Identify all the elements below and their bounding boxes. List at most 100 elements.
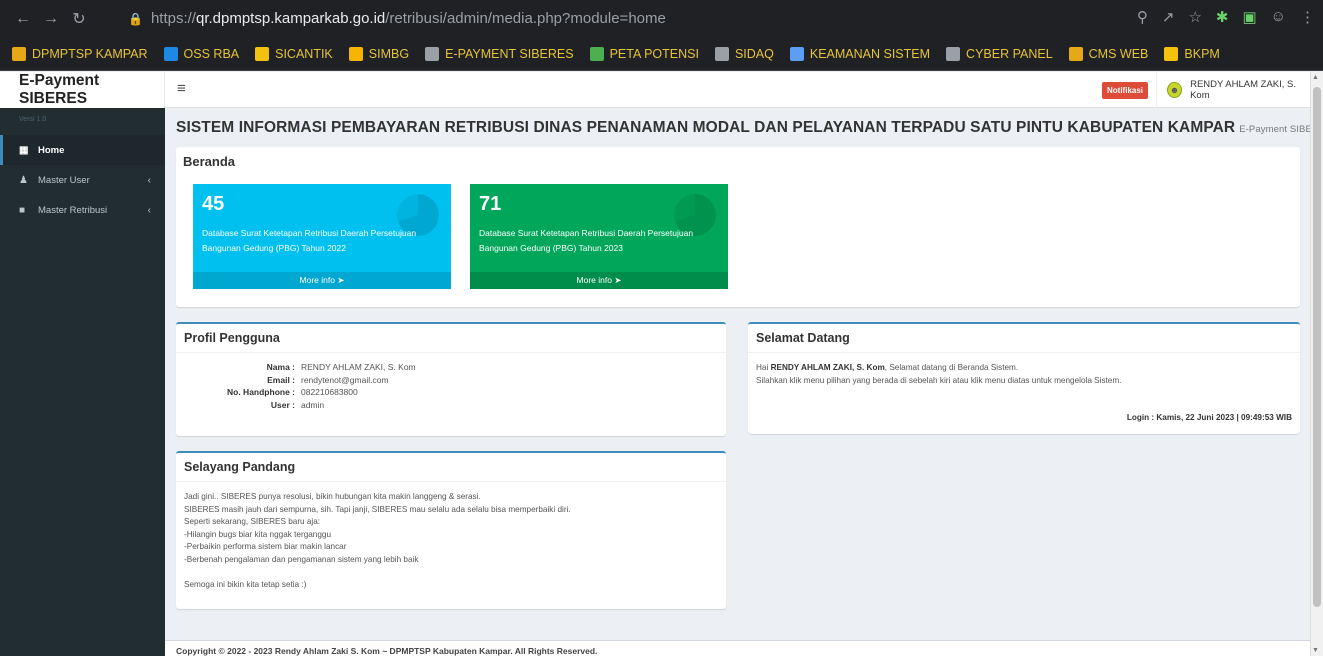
bookmark-label: SICANTIK (275, 46, 333, 61)
profile-panel: Profil Pengguna Nama : RENDY AHLAM ZAKI, … (176, 322, 726, 436)
page-title: SISTEM INFORMASI PEMBAYARAN RETRIBUSI DI… (176, 119, 1323, 137)
sidebar-toggle-icon[interactable]: ≡ (177, 80, 186, 97)
sidebar-item-home[interactable]: ▦ Home (0, 135, 165, 165)
beranda-title: Beranda (183, 154, 236, 169)
glance-text: Jadi gini.. SIBERES punya resolusi, biki… (184, 492, 571, 589)
bookmark-item[interactable]: SICANTIK (255, 46, 333, 61)
bookmark-item[interactable]: SIMBG (348, 46, 410, 61)
bookmark-label: DPMPTSP KAMPAR (32, 46, 148, 61)
bookmark-label: PETA POTENSI (609, 46, 699, 61)
stat-description: Database Surat Ketetapan Retribusi Daera… (479, 228, 694, 253)
bookmark-label: SIMBG (368, 46, 410, 61)
profile-row: Nama : RENDY AHLAM ZAKI, S. Kom (266, 362, 416, 372)
login-timestamp: Login : Kamis, 22 Juni 2023 | 09:49:53 W… (1126, 413, 1292, 422)
chevron-left-icon: ‹ (147, 204, 151, 216)
sidepanel-icon[interactable]: ▣ (1242, 8, 1256, 26)
profile-table: Nama : RENDY AHLAM ZAKI, S. Kom Email : re… (176, 362, 416, 412)
profile-title: Profil Pengguna (176, 324, 726, 353)
notification-badge[interactable]: Notifikasi (1102, 82, 1149, 99)
bookmark-label: CMS WEB (1088, 46, 1149, 61)
browser-toolbar: ← → ↻ 🔒 https://qr.dpmptsp.kamparkab.go.… (0, 0, 1323, 37)
url-text: https://qr.dpmptsp.kamparkab.go.id/retri… (150, 10, 666, 27)
bookmark-label: SIDAQ (734, 46, 774, 61)
reload-icon[interactable]: ↻ (66, 9, 92, 29)
profile-row: No. Handphone :082210683800 (227, 387, 358, 397)
sidebar-item-master-user[interactable]: ♟ Master User ‹ (0, 165, 165, 195)
welcome-panel: Selamat Datang Hai RENDY AHLAM ZAKI, S. … (748, 322, 1300, 434)
sidebar-item-label: Master Retribusi (38, 204, 108, 216)
bookmark-label: CYBER PANEL (966, 46, 1053, 61)
app-logo[interactable]: E-Payment SIBERES (0, 72, 165, 108)
more-info-link[interactable]: More info ➤ (193, 272, 451, 289)
bookmark-item[interactable]: BKPM (1164, 46, 1220, 61)
folder-icon: ■ (19, 204, 26, 216)
browser-actions: ⚲ ↗ ☆ ✱ ▣ ☺ ⋮ (1137, 8, 1315, 26)
main-content: SISTEM INFORMASI PEMBAYARAN RETRIBUSI DI… (165, 108, 1323, 656)
profile-row: User : admin (270, 399, 325, 410)
app-header: E-Payment SIBERES ≡ Notifikasi ☻ RENDY A… (0, 72, 1310, 108)
menu-kebab-icon[interactable]: ⋮ (1300, 8, 1315, 26)
forward-icon[interactable]: → (38, 10, 64, 28)
stat-card-2023: 71 Database Surat Ketetapan Retribusi Da… (470, 184, 728, 289)
bookmark-icon (348, 46, 363, 61)
sidebar-item-label: Home (38, 144, 65, 156)
lock-icon: 🔒 (128, 11, 143, 26)
users-icon: ♟ (19, 174, 28, 186)
stat-description: Database Surat Ketetapan Retribusi Daera… (202, 228, 417, 253)
more-info-link[interactable]: More info ➤ (470, 272, 728, 289)
bookmark-star-icon[interactable]: ☆ (1188, 8, 1201, 26)
bookmark-icon (12, 46, 26, 61)
bookmark-icon (1068, 46, 1083, 61)
bookmark-item[interactable]: CMS WEB (1068, 46, 1149, 61)
avatar: ☻ (1167, 82, 1183, 98)
bookmarks-bar: DPMPTSP KAMPAR OSS RBA SICANTIK SIMBG E-PAYM… (0, 37, 1323, 71)
bookmark-item[interactable]: OSS RBA (163, 46, 240, 61)
bookmark-item[interactable]: SIDAQ (714, 46, 774, 61)
bookmark-icon (163, 46, 178, 61)
extension-puzzle-icon[interactable]: ✱ (1216, 8, 1229, 26)
welcome-message: Hai RENDY AHLAM ZAKI, S. Kom, Selamat da… (756, 363, 1122, 385)
glance-title: Selayang Pandang (176, 453, 726, 482)
sidebar-item-master-retribusi[interactable]: ■ Master Retribusi ‹ (0, 195, 165, 225)
sidebar: Versi 1.0 ▦ Home ♟ Master User ‹ ■ Maste… (0, 108, 165, 656)
bookmark-label: E-PAYMENT SIBERES (445, 46, 574, 61)
glance-panel: Selayang Pandang Jadi gini.. SIBERES pun… (176, 451, 726, 609)
scroll-thumb[interactable] (1313, 87, 1321, 607)
bookmark-item[interactable]: CYBER PANEL (946, 46, 1053, 61)
profile-row: Email : rendytenot@gmail.com (267, 374, 389, 385)
grid-icon: ▦ (19, 144, 29, 156)
bookmark-label: KEAMANAN SISTEM (809, 46, 931, 61)
bookmark-label: BKPM (1184, 46, 1220, 61)
welcome-title: Selamat Datang (748, 324, 1300, 353)
chevron-left-icon: ‹ (147, 174, 151, 186)
bookmark-icon (1164, 46, 1179, 61)
stat-count: 71 (479, 193, 502, 215)
zoom-icon[interactable]: ⚲ (1137, 8, 1148, 26)
arrow-circle-right-icon: ➤ (614, 275, 622, 285)
scroll-down-icon[interactable]: ▼ (1312, 647, 1319, 654)
page-scrollbar[interactable]: ▲ ▼ (1310, 72, 1323, 656)
share-icon[interactable]: ↗ (1162, 8, 1175, 26)
page-footer: Copyright © 2022 - 2023 Rendy Ahlam Zaki… (165, 640, 1310, 656)
bookmark-item[interactable]: DPMPTSP KAMPAR (12, 46, 148, 61)
bookmark-icon (255, 46, 270, 61)
bookmark-item[interactable]: E-PAYMENT SIBERES (425, 46, 574, 61)
address-bar[interactable]: 🔒 https://qr.dpmptsp.kamparkab.go.id/ret… (118, 5, 1308, 32)
stat-card-2022: 45 Database Surat Ketetapan Retribusi Da… (193, 184, 451, 289)
stat-count: 45 (202, 193, 225, 215)
bookmark-icon (714, 46, 729, 61)
bookmark-icon (425, 46, 440, 61)
profile-icon[interactable]: ☺ (1271, 8, 1286, 26)
back-icon[interactable]: ← (10, 10, 36, 28)
scroll-up-icon[interactable]: ▲ (1312, 74, 1319, 81)
bookmark-item[interactable]: PETA POTENSI (589, 46, 699, 61)
user-menu[interactable]: ☻ RENDY AHLAM ZAKI, S. Kom (1156, 72, 1310, 108)
bookmark-item[interactable]: KEAMANAN SISTEM (789, 46, 931, 61)
bookmark-icon (946, 46, 961, 61)
beranda-panel: Beranda 45 Database Surat Ketetapan Retr… (176, 147, 1300, 307)
bookmark-icon (789, 46, 804, 61)
sidebar-item-label: Master User (38, 174, 90, 186)
bookmark-icon (589, 46, 604, 61)
bookmark-label: OSS RBA (183, 46, 240, 61)
user-name: RENDY AHLAM ZAKI, S. Kom (1190, 79, 1297, 101)
